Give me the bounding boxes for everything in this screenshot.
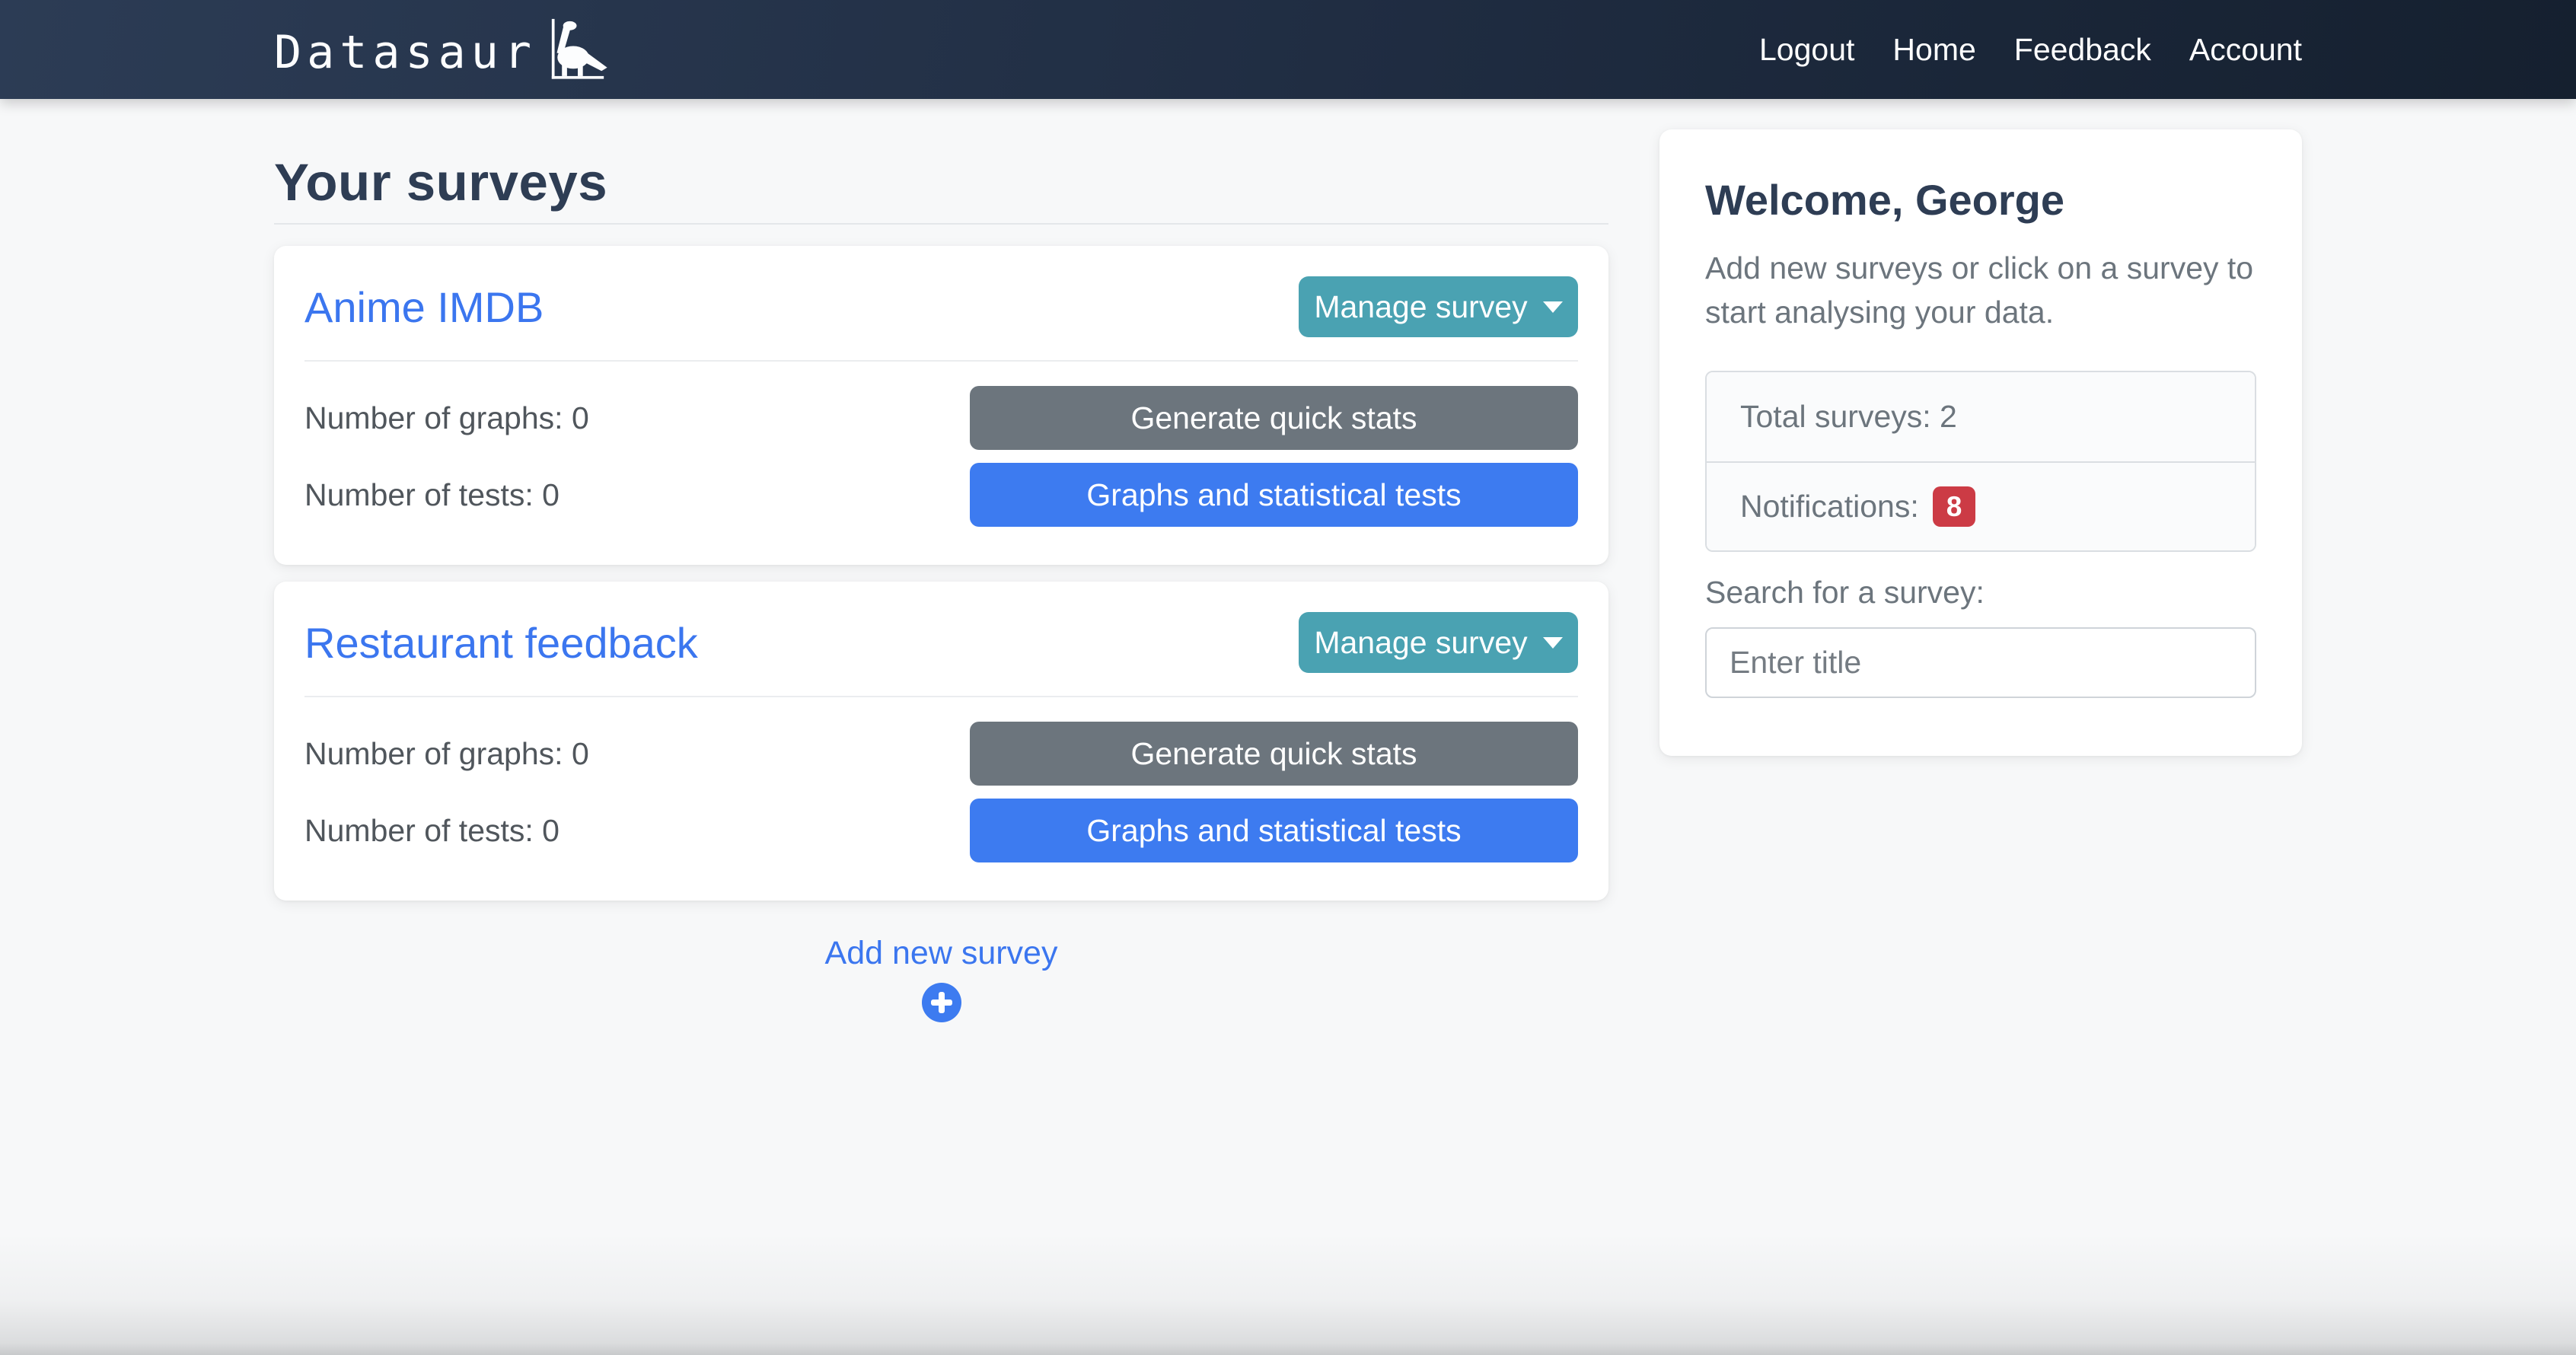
nav-link-feedback[interactable]: Feedback: [2014, 34, 2151, 65]
total-surveys-label: Total surveys: 2: [1740, 399, 1957, 435]
stats-list: Total surveys: 2 Notifications: 8: [1705, 371, 2256, 552]
survey-card-anime-imdb: Anime IMDB Manage survey Number of graph…: [274, 246, 1608, 565]
notifications-badge: 8: [1933, 486, 1976, 527]
graphs-statistical-tests-button[interactable]: Graphs and statistical tests: [970, 463, 1578, 527]
graphs-count-label: Number of graphs: 0: [304, 400, 589, 436]
search-survey-label: Search for a survey:: [1705, 575, 2256, 611]
notifications-label: Notifications:: [1740, 489, 1919, 524]
add-new-survey-section: Add new survey: [274, 935, 1608, 1022]
manage-survey-button[interactable]: Manage survey: [1299, 612, 1578, 673]
card-divider: [304, 360, 1578, 362]
tests-count-label: Number of tests: 0: [304, 477, 560, 513]
tests-count-label: Number of tests: 0: [304, 813, 560, 849]
manage-survey-label: Manage survey: [1314, 625, 1527, 661]
sidebar-column: Welcome, George Add new surveys or click…: [1659, 129, 2302, 756]
nav-links: Logout Home Feedback Account: [1759, 34, 2302, 65]
brand-name: Datasaur: [274, 30, 537, 86]
bottom-page-shadow: [0, 1233, 2576, 1355]
surveys-column: Your surveys Anime IMDB Manage survey Nu…: [274, 129, 1608, 1022]
survey-title-link[interactable]: Restaurant feedback: [304, 618, 698, 668]
main-content: Your surveys Anime IMDB Manage survey Nu…: [0, 99, 2576, 1022]
navbar: Datasaur Logout Home Feedback Account: [0, 0, 2576, 99]
graphs-count-label: Number of graphs: 0: [304, 736, 589, 772]
generate-quick-stats-button[interactable]: Generate quick stats: [970, 722, 1578, 786]
brand-logo[interactable]: Datasaur: [274, 13, 617, 86]
card-divider: [304, 696, 1578, 697]
survey-title-link[interactable]: Anime IMDB: [304, 282, 544, 332]
datasaur-dinosaur-icon: [538, 13, 617, 86]
title-divider: [274, 223, 1608, 225]
welcome-card: Welcome, George Add new surveys or click…: [1659, 129, 2302, 756]
caret-down-icon: [1543, 301, 1563, 313]
nav-link-home[interactable]: Home: [1892, 34, 1975, 65]
caret-down-icon: [1543, 637, 1563, 649]
generate-quick-stats-button[interactable]: Generate quick stats: [970, 386, 1578, 450]
notifications-item: Notifications: 8: [1707, 461, 2255, 550]
welcome-description: Add new surveys or click on a survey to …: [1705, 246, 2256, 334]
add-new-survey-link[interactable]: Add new survey: [825, 935, 1058, 972]
add-survey-plus-icon[interactable]: [922, 983, 961, 1022]
page-title: Your surveys: [274, 152, 1608, 212]
manage-survey-label: Manage survey: [1314, 289, 1527, 325]
nav-link-account[interactable]: Account: [2189, 34, 2302, 65]
survey-card-restaurant-feedback: Restaurant feedback Manage survey Number…: [274, 582, 1608, 901]
nav-link-logout[interactable]: Logout: [1759, 34, 1854, 65]
graphs-statistical-tests-button[interactable]: Graphs and statistical tests: [970, 799, 1578, 862]
welcome-heading: Welcome, George: [1705, 175, 2256, 225]
manage-survey-button[interactable]: Manage survey: [1299, 276, 1578, 337]
search-survey-input[interactable]: [1705, 627, 2256, 698]
total-surveys-item: Total surveys: 2: [1707, 372, 2255, 461]
